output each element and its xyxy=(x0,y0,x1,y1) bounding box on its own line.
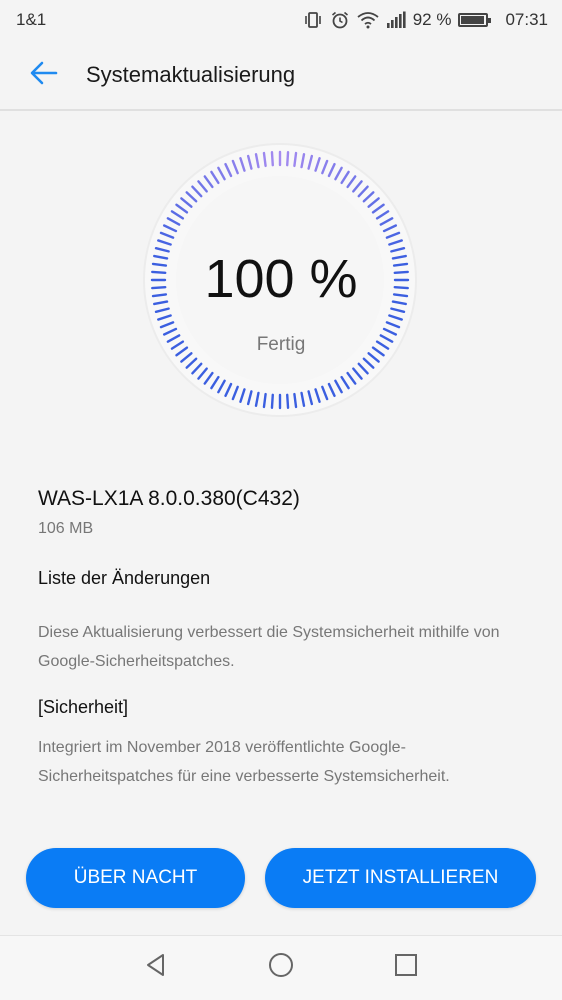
progress-value: 100 % xyxy=(204,249,358,309)
alarm-icon xyxy=(330,11,350,29)
progress-tick xyxy=(293,151,298,168)
carrier-label: 1&1 xyxy=(16,10,47,29)
battery-icon xyxy=(458,13,492,27)
wifi-icon xyxy=(357,11,379,29)
battery-percent: 92 % xyxy=(412,10,452,29)
install-overnight-label: ÜBER NACHT xyxy=(73,867,198,888)
changelog-heading: Liste der Änderungen xyxy=(38,568,211,588)
install-now-button[interactable]: JETZT INSTALLIEREN xyxy=(265,848,536,908)
nav-recents-button[interactable] xyxy=(391,952,421,982)
clock: 07:31 xyxy=(505,10,548,29)
security-heading: [Sicherheit] xyxy=(38,697,129,717)
header-divider xyxy=(0,109,562,111)
nav-recents-icon xyxy=(393,952,419,983)
security-text: Integriert im November 2018 veröffentlic… xyxy=(38,739,450,785)
version-label: WAS-LX1A 8.0.0.380(C432) xyxy=(38,487,300,510)
status-bar: 1&1 92 % 07:31 xyxy=(0,0,562,40)
back-button[interactable] xyxy=(14,45,74,105)
progress-tick xyxy=(286,151,290,167)
progress-tick xyxy=(262,151,267,168)
nav-home-button[interactable] xyxy=(266,952,296,982)
size-label: 106 MB xyxy=(38,520,94,537)
status-icons: 92 % 07:31 xyxy=(303,10,548,30)
arrow-left-icon xyxy=(28,57,60,94)
signal-icon xyxy=(386,11,406,29)
app-header: Systemaktualisierung xyxy=(0,40,562,110)
nav-back-button[interactable] xyxy=(141,952,171,982)
progress-tick xyxy=(270,393,274,409)
vibrate-icon xyxy=(303,11,323,29)
nav-back-icon xyxy=(143,952,169,983)
progress-tick xyxy=(270,151,274,167)
install-now-label: JETZT INSTALLIEREN xyxy=(302,867,499,888)
progress-tick xyxy=(262,392,267,409)
install-overnight-button[interactable]: ÜBER NACHT xyxy=(26,848,245,908)
progress-tick xyxy=(286,393,290,409)
page-title: Systemaktualisierung xyxy=(86,62,296,87)
nav-home-icon xyxy=(267,951,295,984)
changelog-text: Diese Aktualisierung verbessert die Syst… xyxy=(38,624,500,670)
progress-tick xyxy=(293,392,298,409)
navigation-bar xyxy=(0,935,562,1000)
progress-status: Fertig xyxy=(256,334,306,355)
battery-level xyxy=(461,16,484,24)
